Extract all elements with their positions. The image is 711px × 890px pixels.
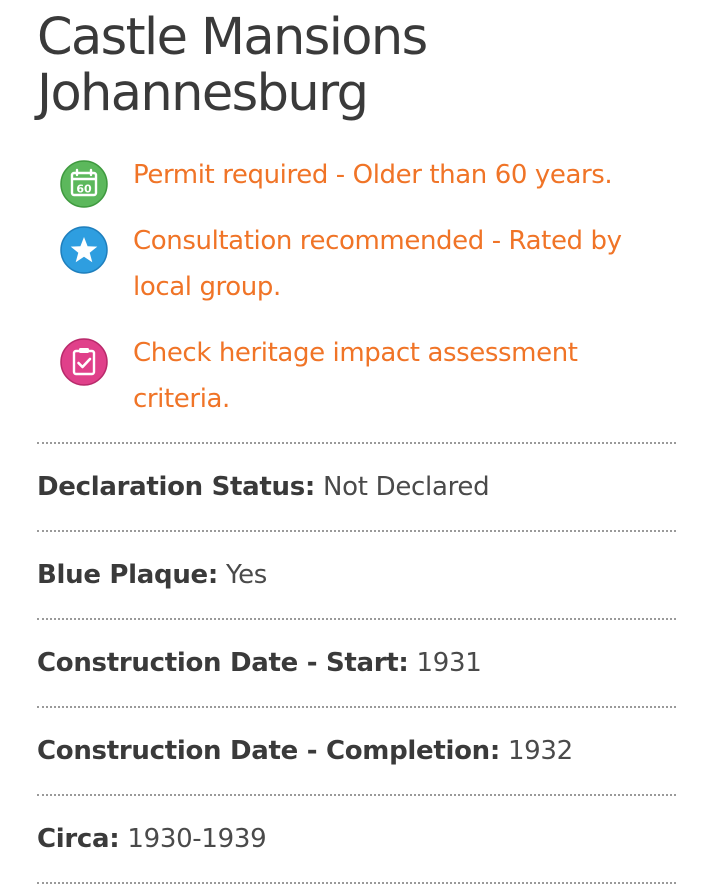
divider — [37, 530, 676, 532]
detail-label: Blue Plaque: — [37, 560, 218, 590]
divider — [37, 882, 676, 884]
detail-label: Circa: — [37, 824, 120, 854]
detail-label: Declaration Status: — [37, 472, 316, 502]
detail-label: Construction Date - Completion: — [37, 736, 500, 766]
divider — [37, 442, 676, 444]
detail-value: 1931 — [416, 648, 482, 678]
divider — [37, 794, 676, 796]
detail-row-blue-plaque: Blue Plaque: Yes — [37, 555, 676, 595]
detail-label: Construction Date - Start: — [37, 648, 409, 678]
page-title-line-1: Castle Mansions — [37, 8, 428, 67]
calendar-60-icon-label: 60 — [76, 183, 92, 196]
page-title-line-2: Johannesburg — [37, 64, 369, 123]
notice-assessment-text: Check heritage impact assessment criteri… — [133, 338, 578, 414]
detail-row-construction-completion: Construction Date - Completion: 1932 — [37, 731, 676, 771]
detail-value: 1930-1939 — [127, 824, 267, 854]
star-icon — [60, 226, 108, 274]
detail-row-declaration-status: Declaration Status: Not Declared — [37, 467, 676, 507]
calendar-60-icon: 60 — [60, 160, 108, 208]
detail-value: Not Declared — [323, 472, 490, 502]
notice-consultation-text: Consultation recommended - Rated by loca… — [133, 226, 622, 302]
divider — [37, 618, 676, 620]
divider — [37, 706, 676, 708]
detail-value: 1932 — [507, 736, 573, 766]
detail-row-construction-start: Construction Date - Start: 1931 — [37, 643, 676, 683]
page-title: Castle Mansions Johannesburg — [37, 10, 676, 122]
clipboard-check-icon — [60, 338, 108, 386]
detail-value: Yes — [225, 560, 268, 590]
detail-row-circa: Circa: 1930-1939 — [37, 819, 676, 859]
notice-permit-text: Permit required - Older than 60 years. — [133, 160, 613, 190]
